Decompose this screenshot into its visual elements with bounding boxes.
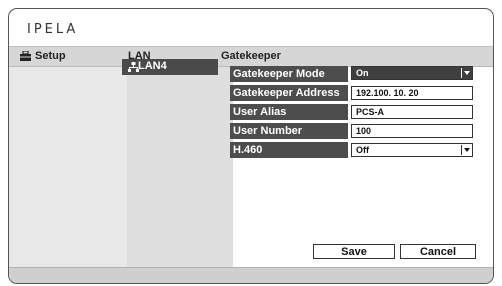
h460-label: H.460	[230, 142, 348, 158]
user-number-label: User Number	[230, 123, 348, 139]
gatekeeper-mode-label: Gatekeeper Mode	[230, 66, 348, 82]
header-gatekeeper: Gatekeeper	[221, 50, 281, 62]
gatekeeper-address-field[interactable]: 192.100. 10. 20	[351, 86, 473, 100]
lan4-label: LAN4	[138, 60, 167, 72]
user-number-field[interactable]: 100	[351, 124, 473, 138]
cancel-button[interactable]: Cancel	[400, 244, 476, 259]
gatekeeper-address-label: Gatekeeper Address	[230, 85, 348, 101]
save-button[interactable]: Save	[313, 244, 395, 259]
header-bar: Setup LAN Gatekeeper	[9, 46, 493, 67]
chevron-down-icon[interactable]	[461, 68, 471, 78]
lan4-menu-item[interactable]: LAN4	[122, 59, 218, 75]
user-alias-label: User Alias	[230, 104, 348, 120]
user-alias-field[interactable]: PCS-A	[351, 105, 473, 119]
h460-select[interactable]: Off	[351, 143, 473, 157]
toolbox-icon	[20, 51, 31, 61]
network-icon	[128, 62, 139, 72]
gatekeeper-mode-select[interactable]: On	[351, 66, 473, 80]
lan-menu-panel	[127, 67, 233, 267]
status-bar	[9, 267, 493, 283]
gatekeeper-mode-value: On	[356, 68, 369, 78]
chevron-down-icon[interactable]	[461, 145, 471, 155]
ipela-logo: IPELA	[27, 22, 79, 37]
setup-menu-panel	[9, 67, 127, 267]
h460-value: Off	[356, 145, 369, 155]
header-setup: Setup	[35, 50, 66, 62]
